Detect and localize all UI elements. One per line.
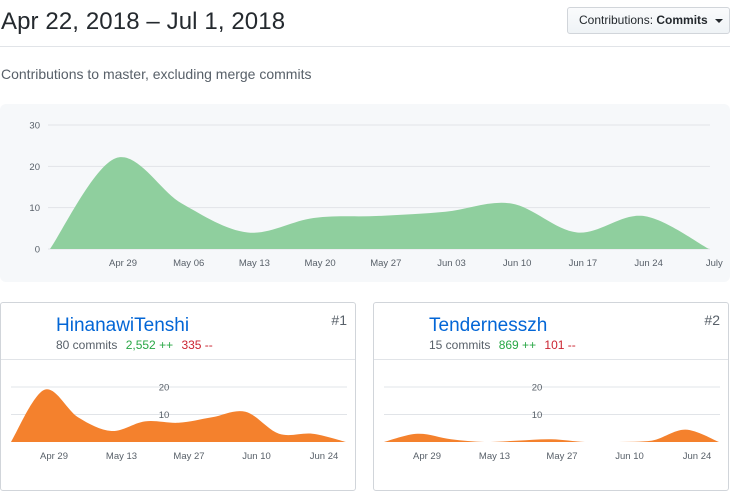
y-tick-label: 10 [532,410,543,421]
x-tick-label: May 27 [546,451,577,462]
date-range-title: Apr 22, 2018 – Jul 1, 2018 [1,8,286,35]
main-contributions-chart: 0 10 20 30 Apr 29 May 06 May 13 May 20 May 27 Jun… [0,104,730,282]
series-area [11,389,346,442]
contributor-card-header: HinanawiTenshi 80 commits 2,552 ++ 335 -… [1,303,355,360]
x-tick-label: May 27 [173,451,204,462]
avatar[interactable] [9,312,47,350]
contributor-name-link[interactable]: HinanawiTenshi [56,315,189,337]
contributor-card-2: Tendernesszh 15 commits 869 ++ 101 -- #2… [373,302,729,491]
contributor-stats: 80 commits 2,552 ++ 335 -- [56,338,213,352]
contributors-page: Apr 22, 2018 – Jul 1, 2018 Contributions… [0,0,746,504]
x-tick-label: Jun 03 [437,258,466,269]
x-tick-label: Apr 29 [40,451,68,462]
commit-count[interactable]: 15 commits [429,338,490,352]
main-chart-svg: 0 10 20 30 Apr 29 May 06 May 13 May 20 May 27 Jun… [29,121,723,270]
contributor-card-header: Tendernesszh 15 commits 869 ++ 101 -- #2 [374,303,728,360]
y-tick-label: 20 [532,383,543,394]
chart-subtitle: Contributions to master, excluding merge… [1,66,312,82]
deletions-count: 101 -- [544,338,576,352]
y-tick-label: 30 [29,121,40,132]
contributor-rank: #2 [704,312,720,328]
x-tick-label: May 13 [106,451,137,462]
identicon-avatar[interactable] [382,312,420,350]
x-tick-label: July [706,258,723,269]
y-tick-label: 20 [159,383,170,394]
x-tick-label: Jun 24 [683,451,712,462]
x-tick-label: Jun 24 [310,451,339,462]
x-tick-label: Jun 10 [615,451,644,462]
series-area [50,157,709,249]
x-tick-label: May 20 [305,258,336,269]
x-tick-label: May 13 [239,258,270,269]
dropdown-label: Contributions: [579,13,654,27]
contributor-rank: #1 [331,312,347,328]
contributor-card-1: HinanawiTenshi 80 commits 2,552 ++ 335 -… [0,302,356,491]
y-tick-label: 0 [35,245,40,256]
x-tick-label: May 27 [370,258,401,269]
x-tick-label: Jun 10 [242,451,271,462]
y-tick-label: 10 [29,203,40,214]
contributor-stats: 15 commits 869 ++ 101 -- [429,338,576,352]
x-tick-label: May 06 [173,258,204,269]
x-tick-label: May 13 [479,451,510,462]
contributions-dropdown[interactable]: Contributions: Commits [567,7,730,34]
contributor-1-chart: 10 20 Apr 29 May 13 May 27 Jun 10 Jun 24 [11,383,347,462]
y-tick-label: 20 [29,162,40,173]
deletions-count: 335 -- [181,338,213,352]
commit-count[interactable]: 80 commits [56,338,117,352]
x-tick-label: Jun 10 [503,258,532,269]
x-tick-label: Apr 29 [109,258,137,269]
x-tick-label: Jun 24 [634,258,663,269]
additions-count: 869 ++ [498,338,537,352]
x-tick-label: Jun 17 [569,258,598,269]
series-area [384,429,719,442]
y-tick-label: 10 [159,410,170,421]
contributor-2-chart: 10 20 Apr 29 May 13 May 27 Jun 10 Jun 24 [384,383,720,462]
additions-count: 2,552 ++ [125,338,174,352]
x-tick-label: Apr 29 [413,451,441,462]
contributor-name-link[interactable]: Tendernesszh [429,315,547,337]
dropdown-value: Commits [656,13,708,27]
page-header: Apr 22, 2018 – Jul 1, 2018 Contributions… [0,0,730,47]
caret-down-icon [715,18,724,23]
